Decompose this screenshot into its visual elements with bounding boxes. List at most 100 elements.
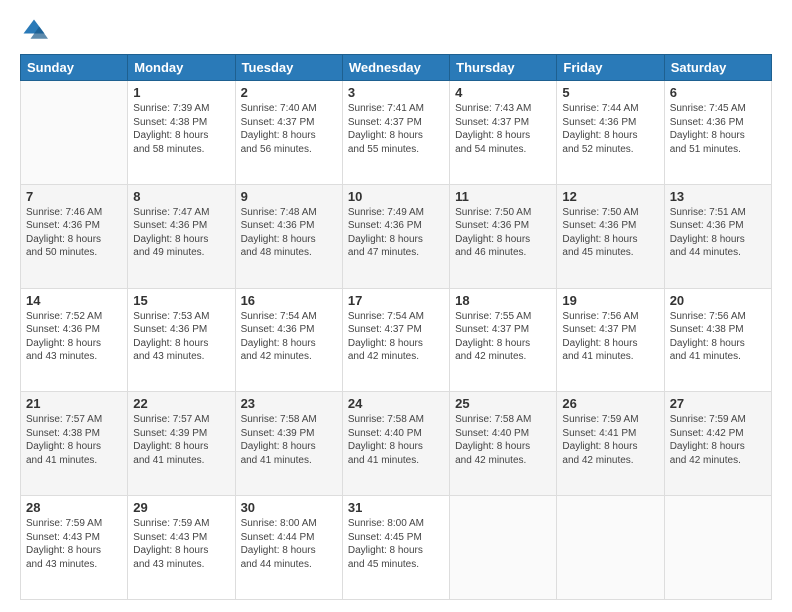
calendar-cell: 19 Sunrise: 7:56 AM Sunset: 4:37 PM Dayli… <box>557 288 664 392</box>
day-number: 29 <box>133 500 229 515</box>
day-number: 31 <box>348 500 444 515</box>
calendar-header-wednesday: Wednesday <box>342 55 449 81</box>
day-number: 21 <box>26 396 122 411</box>
calendar-cell: 18 Sunrise: 7:55 AM Sunset: 4:37 PM Dayli… <box>450 288 557 392</box>
calendar-cell: 28 Sunrise: 7:59 AM Sunset: 4:43 PM Dayli… <box>21 496 128 600</box>
day-number: 10 <box>348 189 444 204</box>
calendar-cell: 25 Sunrise: 7:58 AM Sunset: 4:40 PM Dayli… <box>450 392 557 496</box>
calendar-week-row: 1 Sunrise: 7:39 AM Sunset: 4:38 PM Daylig… <box>21 81 772 185</box>
calendar-cell: 30Sunrise: 8:00 AM Sunset: 4:44 PM Dayli… <box>235 496 342 600</box>
calendar-header-monday: Monday <box>128 55 235 81</box>
calendar-cell: 7 Sunrise: 7:46 AM Sunset: 4:36 PM Daylig… <box>21 184 128 288</box>
calendar-header-tuesday: Tuesday <box>235 55 342 81</box>
day-number: 1 <box>133 85 229 100</box>
calendar-header-saturday: Saturday <box>664 55 771 81</box>
day-number: 22 <box>133 396 229 411</box>
day-info: Sunrise: 7:47 AM Sunset: 4:36 PM Dayligh… <box>133 206 229 260</box>
calendar-cell: 8 Sunrise: 7:47 AM Sunset: 4:36 PM Daylig… <box>128 184 235 288</box>
calendar-cell: 3Sunrise: 7:41 AM Sunset: 4:37 PM Daylig… <box>342 81 449 185</box>
calendar-cell: 16Sunrise: 7:54 AM Sunset: 4:36 PM Dayli… <box>235 288 342 392</box>
calendar-cell: 24 Sunrise: 7:58 AM Sunset: 4:40 PM Dayli… <box>342 392 449 496</box>
day-number: 27 <box>670 396 766 411</box>
day-info: Sunrise: 7:54 AM Sunset: 4:37 PM Dayligh… <box>348 310 444 364</box>
day-number: 2 <box>241 85 337 100</box>
calendar-week-row: 21 Sunrise: 7:57 AM Sunset: 4:38 PM Dayli… <box>21 392 772 496</box>
day-number: 26 <box>562 396 658 411</box>
calendar-cell: 20 Sunrise: 7:56 AM Sunset: 4:38 PM Dayli… <box>664 288 771 392</box>
day-number: 23 <box>241 396 337 411</box>
calendar-table: SundayMondayTuesdayWednesdayThursdayFrid… <box>20 54 772 600</box>
calendar-cell: 2 Sunrise: 7:40 AM Sunset: 4:37 PM Daylig… <box>235 81 342 185</box>
calendar-cell: 22Sunrise: 7:57 AM Sunset: 4:39 PM Dayli… <box>128 392 235 496</box>
day-number: 16 <box>241 293 337 308</box>
day-number: 24 <box>348 396 444 411</box>
day-info: Sunrise: 7:52 AM Sunset: 4:36 PM Dayligh… <box>26 310 122 364</box>
day-info: Sunrise: 7:49 AM Sunset: 4:36 PM Dayligh… <box>348 206 444 260</box>
calendar-cell: 23 Sunrise: 7:58 AM Sunset: 4:39 PM Dayli… <box>235 392 342 496</box>
calendar-cell: 4 Sunrise: 7:43 AM Sunset: 4:37 PM Daylig… <box>450 81 557 185</box>
calendar-week-row: 14 Sunrise: 7:52 AM Sunset: 4:36 PM Dayli… <box>21 288 772 392</box>
header <box>20 16 772 44</box>
calendar-header-thursday: Thursday <box>450 55 557 81</box>
day-info: Sunrise: 7:58 AM Sunset: 4:40 PM Dayligh… <box>348 413 444 467</box>
day-number: 9 <box>241 189 337 204</box>
calendar-cell: 31Sunrise: 8:00 AM Sunset: 4:45 PM Dayli… <box>342 496 449 600</box>
calendar-cell: 10 Sunrise: 7:49 AM Sunset: 4:36 PM Dayli… <box>342 184 449 288</box>
day-info: Sunrise: 7:58 AM Sunset: 4:40 PM Dayligh… <box>455 413 551 467</box>
day-info: Sunrise: 7:59 AM Sunset: 4:41 PM Dayligh… <box>562 413 658 467</box>
logo-icon <box>20 16 48 44</box>
calendar-header-row: SundayMondayTuesdayWednesdayThursdayFrid… <box>21 55 772 81</box>
day-number: 28 <box>26 500 122 515</box>
day-number: 20 <box>670 293 766 308</box>
day-number: 7 <box>26 189 122 204</box>
calendar-cell: 17 Sunrise: 7:54 AM Sunset: 4:37 PM Dayli… <box>342 288 449 392</box>
calendar-cell: 12 Sunrise: 7:50 AM Sunset: 4:36 PM Dayli… <box>557 184 664 288</box>
calendar-header-friday: Friday <box>557 55 664 81</box>
day-number: 13 <box>670 189 766 204</box>
day-info: Sunrise: 7:55 AM Sunset: 4:37 PM Dayligh… <box>455 310 551 364</box>
day-info: Sunrise: 7:56 AM Sunset: 4:37 PM Dayligh… <box>562 310 658 364</box>
day-info: Sunrise: 7:43 AM Sunset: 4:37 PM Dayligh… <box>455 102 551 156</box>
calendar-cell: 13 Sunrise: 7:51 AM Sunset: 4:36 PM Dayli… <box>664 184 771 288</box>
day-number: 17 <box>348 293 444 308</box>
day-info: Sunrise: 7:59 AM Sunset: 4:43 PM Dayligh… <box>133 517 229 571</box>
day-number: 4 <box>455 85 551 100</box>
calendar-cell <box>557 496 664 600</box>
calendar-cell: 1 Sunrise: 7:39 AM Sunset: 4:38 PM Daylig… <box>128 81 235 185</box>
day-info: Sunrise: 7:46 AM Sunset: 4:36 PM Dayligh… <box>26 206 122 260</box>
day-info: Sunrise: 7:41 AM Sunset: 4:37 PM Dayligh… <box>348 102 444 156</box>
day-info: Sunrise: 7:56 AM Sunset: 4:38 PM Dayligh… <box>670 310 766 364</box>
calendar-cell: 14 Sunrise: 7:52 AM Sunset: 4:36 PM Dayli… <box>21 288 128 392</box>
day-info: Sunrise: 7:58 AM Sunset: 4:39 PM Dayligh… <box>241 413 337 467</box>
calendar-cell <box>450 496 557 600</box>
calendar-week-row: 7 Sunrise: 7:46 AM Sunset: 4:36 PM Daylig… <box>21 184 772 288</box>
day-number: 19 <box>562 293 658 308</box>
calendar-cell: 29 Sunrise: 7:59 AM Sunset: 4:43 PM Dayli… <box>128 496 235 600</box>
day-info: Sunrise: 7:48 AM Sunset: 4:36 PM Dayligh… <box>241 206 337 260</box>
day-info: Sunrise: 7:50 AM Sunset: 4:36 PM Dayligh… <box>562 206 658 260</box>
day-info: Sunrise: 7:59 AM Sunset: 4:43 PM Dayligh… <box>26 517 122 571</box>
calendar-cell: 5 Sunrise: 7:44 AM Sunset: 4:36 PM Daylig… <box>557 81 664 185</box>
calendar-cell <box>21 81 128 185</box>
page: SundayMondayTuesdayWednesdayThursdayFrid… <box>0 0 792 612</box>
day-number: 8 <box>133 189 229 204</box>
day-number: 18 <box>455 293 551 308</box>
day-info: Sunrise: 7:51 AM Sunset: 4:36 PM Dayligh… <box>670 206 766 260</box>
calendar-header-sunday: Sunday <box>21 55 128 81</box>
calendar-cell: 15Sunrise: 7:53 AM Sunset: 4:36 PM Dayli… <box>128 288 235 392</box>
day-info: Sunrise: 7:50 AM Sunset: 4:36 PM Dayligh… <box>455 206 551 260</box>
day-info: Sunrise: 8:00 AM Sunset: 4:44 PM Dayligh… <box>241 517 337 571</box>
calendar-cell: 26 Sunrise: 7:59 AM Sunset: 4:41 PM Dayli… <box>557 392 664 496</box>
day-number: 12 <box>562 189 658 204</box>
day-info: Sunrise: 7:40 AM Sunset: 4:37 PM Dayligh… <box>241 102 337 156</box>
day-number: 14 <box>26 293 122 308</box>
day-info: Sunrise: 7:57 AM Sunset: 4:38 PM Dayligh… <box>26 413 122 467</box>
calendar-cell: 9 Sunrise: 7:48 AM Sunset: 4:36 PM Daylig… <box>235 184 342 288</box>
day-number: 15 <box>133 293 229 308</box>
day-info: Sunrise: 7:44 AM Sunset: 4:36 PM Dayligh… <box>562 102 658 156</box>
logo <box>20 16 52 44</box>
calendar-cell: 21 Sunrise: 7:57 AM Sunset: 4:38 PM Dayli… <box>21 392 128 496</box>
day-number: 25 <box>455 396 551 411</box>
day-info: Sunrise: 7:39 AM Sunset: 4:38 PM Dayligh… <box>133 102 229 156</box>
day-number: 5 <box>562 85 658 100</box>
